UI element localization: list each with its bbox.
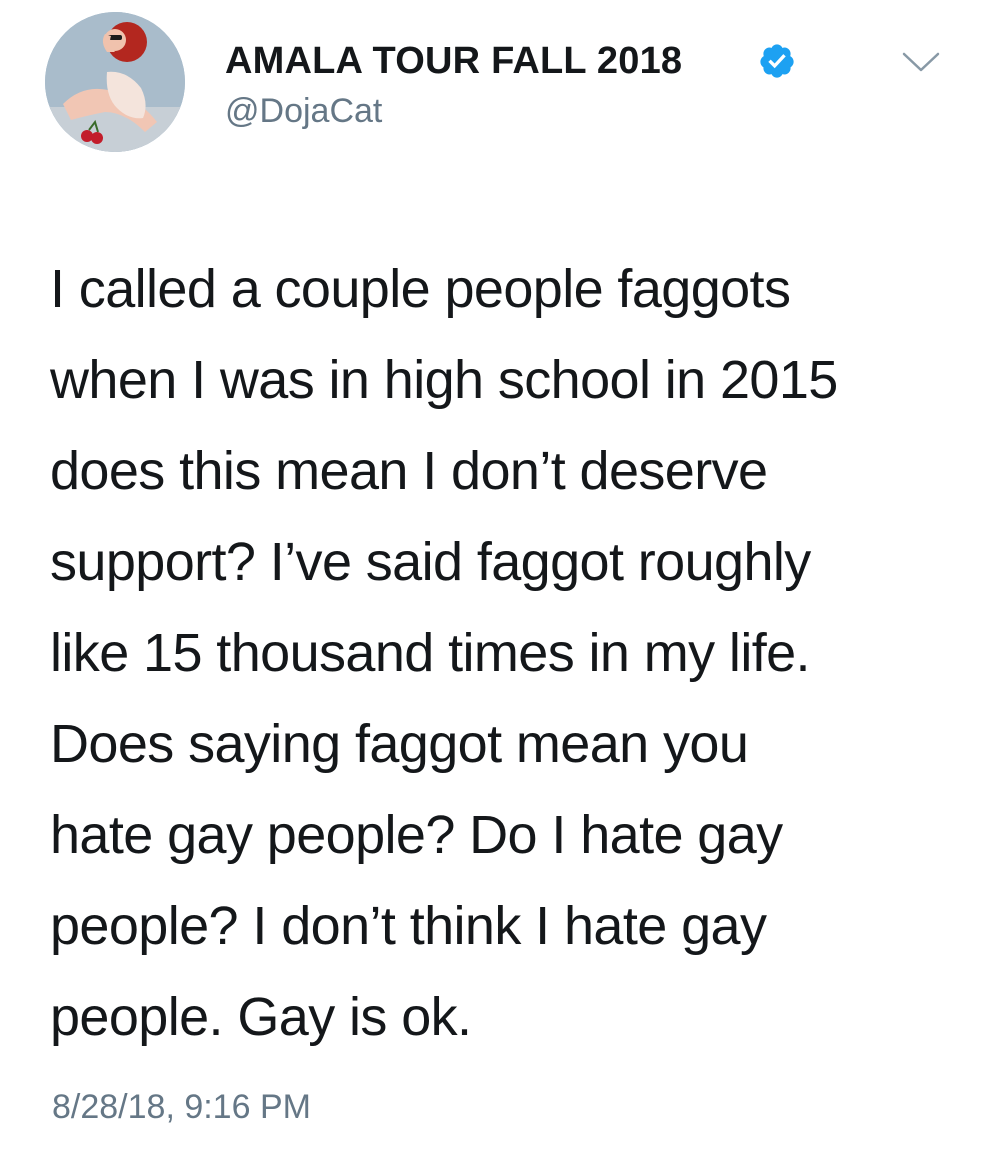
chevron-down-icon[interactable] [898, 46, 944, 76]
verified-badge-icon [760, 44, 794, 78]
tweet-card: AMALA TOUR FALL 2018 @DojaCat I called a… [0, 0, 990, 1154]
avatar-image [45, 12, 185, 152]
avatar[interactable] [45, 12, 185, 152]
tweet-text: I called a couple people faggots when I … [50, 244, 950, 1063]
tweet-text-line: like 15 thousand times in my life. [50, 623, 811, 683]
tweet-text-line: Does saying faggot mean you [50, 714, 749, 774]
tweet-text-line: people. Gay is ok. [50, 987, 472, 1047]
tweet-text-line: does this mean I don’t deserve [50, 441, 768, 501]
tweet-text-line: hate gay people? Do I hate gay [50, 805, 783, 865]
tweet-timestamp[interactable]: 8/28/18, 9:16 PM [52, 1088, 311, 1127]
tweet-text-line: people? I don’t think I hate gay [50, 896, 767, 956]
tweet-text-line: I called a couple people faggots [50, 259, 791, 319]
tweet-text-line: when I was in high school in 2015 [50, 350, 838, 410]
user-handle[interactable]: @DojaCat [225, 92, 382, 131]
tweet-text-line: support? I’ve said faggot roughly [50, 532, 811, 592]
display-name[interactable]: AMALA TOUR FALL 2018 [225, 40, 682, 83]
